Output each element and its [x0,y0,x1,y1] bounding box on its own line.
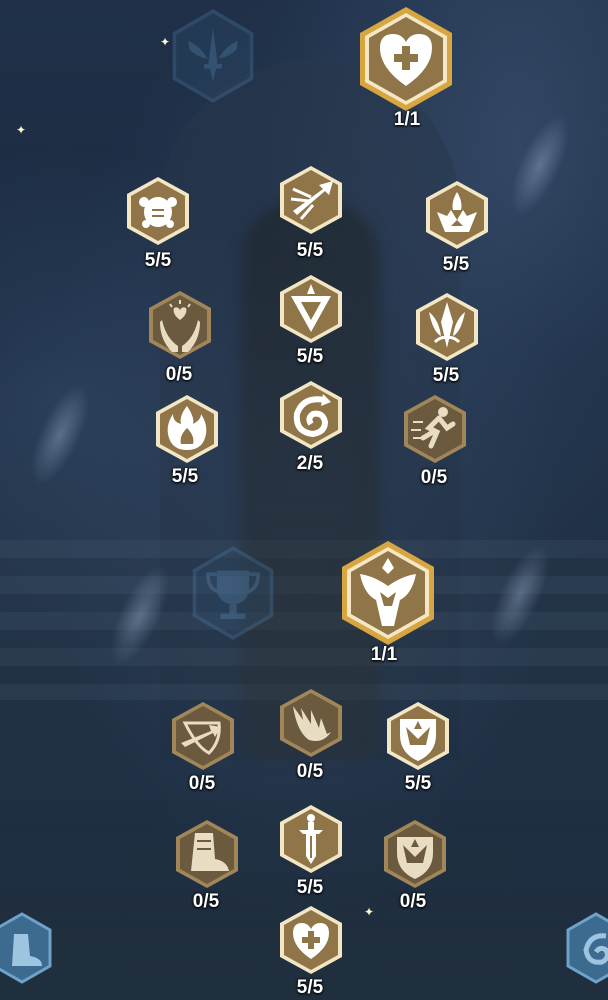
skill-count: 0/5 [296,761,324,782]
skill-count: 5/5 [171,466,199,487]
skill-count: 5/5 [296,346,324,367]
skill-node-triangle-crest[interactable] [279,274,343,344]
skill-node-swirl[interactable] [279,380,343,450]
skill-count: 5/5 [432,365,460,386]
sparkle-icon: ✦ [16,123,27,137]
skill-node-crest-shield[interactable] [386,701,450,771]
skill-node-sword[interactable] [279,804,343,874]
skill-count: 0/5 [165,364,193,385]
skill-node-arrow-shield[interactable] [171,701,235,771]
skill-count: 2/5 [296,453,324,474]
skill-count: 5/5 [296,977,324,998]
skill-node-running-man[interactable] [403,394,467,464]
winged-sword-icon [170,8,256,104]
light-glint [18,376,102,494]
trophy-icon [190,545,276,641]
light-glint [498,106,582,224]
skill-node-eagle-wing[interactable] [279,688,343,758]
skill-count: 5/5 [442,254,470,275]
keystone-node-heart[interactable] [358,6,454,112]
skill-tree-screen: ✦ ✦ ✦ 1/1 5/5 0/5 5/5 5/5 5/5 2/5 5/5 5/… [0,0,608,1000]
skill-node-heart-plus[interactable] [279,905,343,975]
skill-count: 0/5 [420,467,448,488]
left-boot-edge-icon[interactable] [0,912,52,984]
skill-node-crest-shield-dim[interactable] [383,819,447,889]
skill-count: 0/5 [192,891,220,912]
skill-count: 5/5 [296,240,324,261]
keystone-count: 1/1 [370,644,398,665]
keystone-count: 1/1 [393,109,421,130]
skill-count: 5/5 [144,250,172,271]
skill-node-spiked-emblem[interactable] [415,292,479,362]
skill-node-shell[interactable] [126,176,190,246]
sparkle-icon: ✦ [160,35,171,49]
keystone-node-helm[interactable] [340,540,436,646]
skill-count: 5/5 [404,773,432,794]
skill-node-boot[interactable] [175,819,239,889]
skill-node-arrow-burst[interactable] [279,165,343,235]
skill-node-hands-heart[interactable] [148,290,212,360]
skill-count: 0/5 [399,891,427,912]
skill-node-flame[interactable] [155,394,219,464]
right-swirl-edge-icon[interactable] [566,912,608,984]
skill-node-crown-flame[interactable] [425,180,489,250]
skill-count: 0/5 [188,773,216,794]
skill-count: 5/5 [296,877,324,898]
